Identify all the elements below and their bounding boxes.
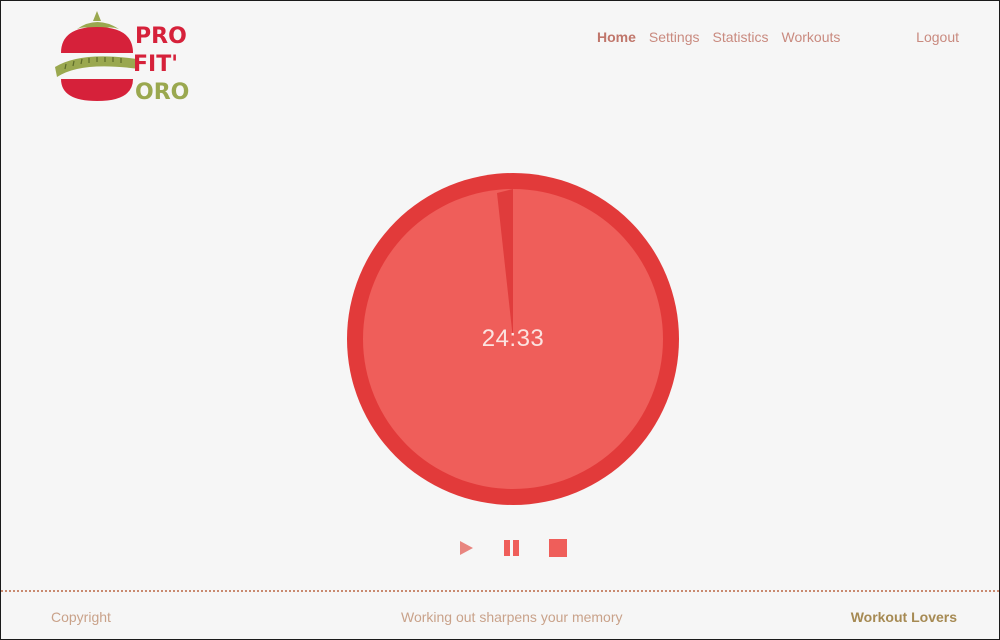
nav-item-workouts[interactable]: Workouts [782,29,841,45]
stop-button[interactable] [547,537,569,559]
timer-countdown: 24:33 [481,325,545,352]
tomato-measuring-tape-icon: PRO FIT' ORO [55,11,189,105]
footer-tagline: Working out sharpens your memory [401,609,623,625]
footer-copyright: Copyright [51,609,111,625]
footer-divider [1,590,999,592]
timer-controls [455,537,569,559]
logout-link[interactable]: Logout [916,29,959,45]
play-button[interactable] [455,537,477,559]
logo-text-line2: FIT' [133,52,178,77]
nav-item-home[interactable]: Home [597,29,636,45]
logo-text-line1: PRO [135,24,187,49]
pause-icon [504,540,519,556]
logo-text-line3: ORO [135,80,189,105]
play-icon [460,541,473,555]
footer-brand: Workout Lovers [850,609,957,625]
app-frame: PRO FIT' ORO Home Settings Statistics Wo… [0,0,1000,640]
stop-icon [549,539,567,557]
profitoro-logo[interactable]: PRO FIT' ORO [51,9,191,109]
pause-button[interactable] [501,537,523,559]
nav-item-statistics[interactable]: Statistics [713,29,769,45]
nav-item-settings[interactable]: Settings [649,29,700,45]
main-nav: Home Settings Statistics Workouts [597,29,840,45]
pomodoro-timer: 24:33 [347,173,679,505]
